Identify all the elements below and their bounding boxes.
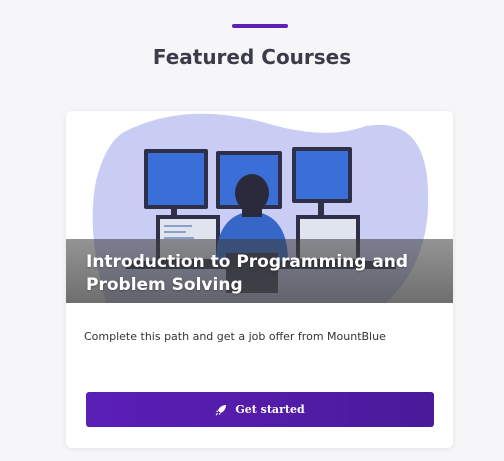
course-card[interactable]: Introduction to Programming and Problem …	[66, 111, 453, 448]
course-image: Introduction to Programming and Problem …	[66, 111, 453, 303]
rocket-icon	[215, 404, 227, 415]
section-accent-bar	[232, 24, 288, 28]
course-description: Complete this path and get a job offer f…	[84, 330, 386, 343]
get-started-button[interactable]: Get started	[86, 392, 434, 427]
get-started-label: Get started	[235, 403, 305, 416]
course-title[interactable]: Introduction to Programming and Problem …	[86, 251, 436, 297]
section-title: Featured Courses	[152, 45, 352, 69]
